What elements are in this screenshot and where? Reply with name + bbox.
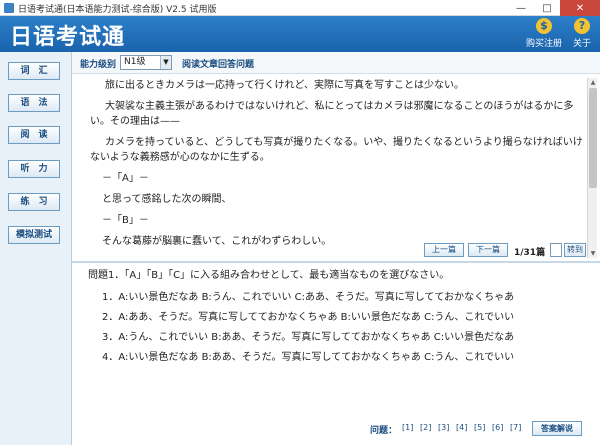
goto-button[interactable]: 转到 xyxy=(564,243,586,257)
answer-option[interactable]: 3．A:うん、これでいい B:ああ、そうだ。写真に写してておかなくちゃあ C:い… xyxy=(88,330,588,346)
close-button[interactable]: ✕ xyxy=(560,0,600,16)
section-divider xyxy=(72,261,600,263)
sidebar: 词 汇 语 法 阅 读 听 力 练 习 模拟测试 xyxy=(0,52,72,445)
question-nav-label: 问题： xyxy=(370,426,398,436)
about-button[interactable]: ? 关于 xyxy=(562,18,600,50)
passage-paragraph: カメラを持っていると、どうしても写真が撮りたくなる。いや、撮りたくなるというより… xyxy=(90,137,583,163)
passage-blank-a: －「A」－ xyxy=(102,173,149,184)
help-icon: ? xyxy=(574,18,590,34)
passage-blank-b: －「B」－ xyxy=(102,215,149,226)
passage-scrollbar[interactable]: ▲ ▼ xyxy=(587,78,597,258)
goto-page-input[interactable] xyxy=(550,243,562,257)
answer-option[interactable]: 4．A:いい景色だなあ B:ああ、そうだ。写真に写してておかなくちゃあ C:うん… xyxy=(88,350,588,366)
maximize-button[interactable]: □ xyxy=(534,0,560,16)
sidebar-item-grammar[interactable]: 语 法 xyxy=(8,94,60,112)
level-label: 能力级别 xyxy=(80,60,117,70)
buy-register-button[interactable]: $ 购买注册 xyxy=(524,18,564,50)
section-description: 阅读文章回答问题 xyxy=(182,60,255,70)
buy-register-label: 购买注册 xyxy=(525,39,562,49)
next-passage-button[interactable]: 下一篇 xyxy=(468,243,508,257)
question-panel: 問題1．「A」「B」「C」に入る組み合わせとして、最も適当なものを選びなさい。 … xyxy=(88,268,588,370)
answer-option[interactable]: 2．A:ああ、そうだ。写真に写してておかなくちゃあ B:いい景色だなあ C:うん… xyxy=(88,310,588,326)
question-link-5[interactable]: [5] xyxy=(474,423,485,432)
prev-passage-button[interactable]: 上一篇 xyxy=(424,243,464,257)
level-select[interactable]: N1级 ▼ xyxy=(120,55,172,70)
app-title: 日语考试通 xyxy=(10,25,126,50)
chevron-down-icon: ▼ xyxy=(160,56,171,69)
window-titlebar: 日语考试通(日本语能力测试-综合版) V2.5 试用版 — □ ✕ xyxy=(0,0,600,16)
question-link-7[interactable]: [7] xyxy=(510,423,521,432)
sidebar-item-listening[interactable]: 听 力 xyxy=(8,160,60,178)
answer-option[interactable]: 1．A:いい景色だなあ B:うん、これでいい C:ああ、そうだ。写真に写しててお… xyxy=(88,290,588,306)
question-link-2[interactable]: [2] xyxy=(420,423,431,432)
app-header: 日语考试通 $ 购买注册 ? 关于 xyxy=(0,16,600,52)
answer-explanation-button[interactable]: 答案解说 xyxy=(532,421,582,436)
question-link-6[interactable]: [6] xyxy=(492,423,503,432)
scrollbar-thumb[interactable] xyxy=(589,88,597,188)
sidebar-item-vocabulary[interactable]: 词 汇 xyxy=(8,62,60,80)
scroll-up-icon[interactable]: ▲ xyxy=(588,78,598,87)
question-title: 問題1．「A」「B」「C」に入る組み合わせとして、最も適当なものを選びなさい。 xyxy=(88,270,450,281)
sidebar-item-reading[interactable]: 阅 读 xyxy=(8,126,60,144)
level-select-value: N1级 xyxy=(124,57,146,67)
window-title: 日语考试通(日本语能力测试-综合版) V2.5 试用版 xyxy=(18,5,217,15)
window-controls: — □ ✕ xyxy=(508,0,600,16)
about-label: 关于 xyxy=(572,39,591,49)
question-footer: 问题： [1] [2] [3] [4] [5] [6] [7] 答案解说 xyxy=(72,420,600,438)
passage-paragraph: と思って感銘した次の瞬間、 xyxy=(102,194,232,205)
question-link-1[interactable]: [1] xyxy=(402,423,413,432)
reading-passage: 旅に出るときカメラは一応持って行くけれど、実際に写真を写すことは少ない。 大袈裟… xyxy=(78,78,586,246)
coin-icon: $ xyxy=(536,18,552,34)
level-toolbar: 能力级别 N1级 ▼ 阅读文章回答问题 xyxy=(72,52,600,74)
sidebar-item-mock-test[interactable]: 模拟测试 xyxy=(8,226,60,244)
question-link-3[interactable]: [3] xyxy=(438,423,449,432)
passage-count: 1/31篇 xyxy=(514,248,546,258)
passage-pager: 上一篇 下一篇 1/31篇 转到 xyxy=(72,242,587,260)
scroll-down-icon[interactable]: ▼ xyxy=(588,249,598,258)
passage-paragraph: 大袈裟な主義主張があるわけではないけれど、私にとってはカメラは邪魔になることのほ… xyxy=(90,101,574,127)
app-icon xyxy=(4,3,14,13)
question-link-4[interactable]: [4] xyxy=(456,423,467,432)
minimize-button[interactable]: — xyxy=(508,0,534,16)
sidebar-item-practice[interactable]: 练 习 xyxy=(8,193,60,211)
passage-paragraph: 旅に出るときカメラは一応持って行くけれど、実際に写真を写すことは少ない。 xyxy=(105,80,464,91)
